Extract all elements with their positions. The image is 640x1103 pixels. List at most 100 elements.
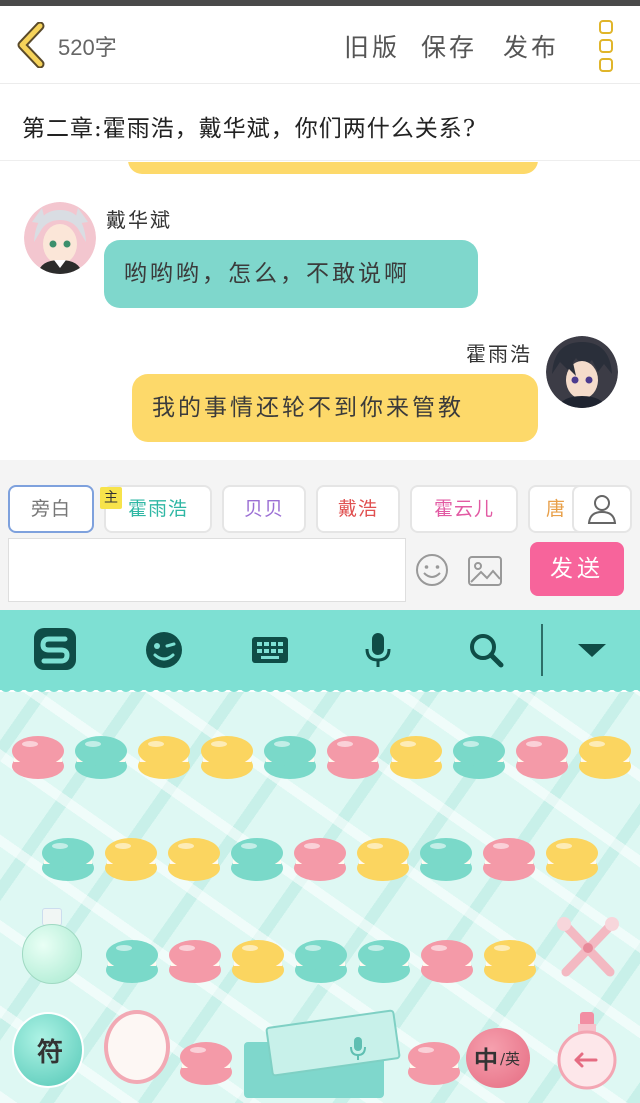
main-role-badge: 主 <box>100 487 122 509</box>
keyboard-key[interactable] <box>262 730 318 786</box>
macaron-icon <box>408 1042 460 1085</box>
wink-face-icon <box>146 632 182 668</box>
keyboard-key[interactable] <box>325 730 381 786</box>
role-label: 霍云儿 <box>433 498 494 520</box>
keyboard-key[interactable] <box>292 832 348 888</box>
role-chip-daihao[interactable]: 戴浩 <box>316 485 400 533</box>
macaron-icon <box>421 940 473 983</box>
chat-area[interactable]: 戴华斌 哟哟哟，怎么，不敢说啊 霍雨浩 我的事情还轮不到你来管教 <box>0 162 640 460</box>
macaron-icon <box>169 940 221 983</box>
keyboard-key[interactable] <box>388 730 444 786</box>
keyboard-key[interactable] <box>482 934 538 990</box>
keyboard-key[interactable] <box>229 832 285 888</box>
enter-key[interactable] <box>556 1010 618 1094</box>
message-bubble[interactable]: 哟哟哟，怎么，不敢说啊 <box>104 240 478 308</box>
more-dot-icon <box>599 58 613 72</box>
chapter-title: 第二章:霍雨浩，戴华斌，你们两什么关系? <box>22 116 477 142</box>
message-bubble[interactable]: 我的事情还轮不到你来管教 <box>132 374 538 442</box>
keyboard-toolbar <box>0 610 640 690</box>
keyboard-key[interactable] <box>167 934 223 990</box>
keyboard-key[interactable] <box>544 832 600 888</box>
emoji-button[interactable] <box>414 552 450 588</box>
sender-name: 戴华斌 <box>106 208 172 232</box>
keyboard-key[interactable] <box>355 832 411 888</box>
role-label: 霍雨浩 <box>127 498 188 520</box>
microphone-icon <box>365 633 391 667</box>
role-chip-beibei[interactable]: 贝贝 <box>222 485 306 533</box>
mirror-key[interactable] <box>104 1010 170 1084</box>
more-menu-button[interactable] <box>596 20 616 76</box>
macaron-icon <box>294 838 346 881</box>
keyboard-key[interactable] <box>418 832 474 888</box>
old-version-button[interactable]: 旧版 <box>344 28 400 64</box>
send-button[interactable]: 发送 <box>530 542 624 596</box>
macaron-icon <box>138 736 190 779</box>
keyboard-key[interactable] <box>406 1036 462 1092</box>
macaron-icon <box>484 940 536 983</box>
role-label: 戴浩 <box>337 498 378 520</box>
macaron-icon <box>516 736 568 779</box>
emoji-keyboard-button[interactable] <box>144 630 184 670</box>
search-button[interactable] <box>466 630 506 670</box>
keyboard-key[interactable] <box>451 730 507 786</box>
character-avatar-icon <box>546 336 618 408</box>
macaron-icon <box>483 838 535 881</box>
message-input[interactable] <box>8 538 406 602</box>
keyboard-key[interactable] <box>577 730 633 786</box>
person-icon <box>587 495 617 524</box>
delete-key[interactable] <box>556 914 620 982</box>
keyboard-key[interactable] <box>419 934 475 990</box>
avatar-daihuabin[interactable] <box>24 202 96 274</box>
keyboard-key[interactable] <box>103 832 159 888</box>
macaron-icon <box>201 736 253 779</box>
character-avatar-icon <box>24 202 96 274</box>
symbol-key[interactable]: 符 <box>12 1012 84 1088</box>
keyboard-key[interactable] <box>481 832 537 888</box>
triangle-down-icon <box>578 644 606 657</box>
lang-key-sub: /英 <box>500 1050 521 1068</box>
image-button[interactable] <box>466 554 504 588</box>
sogou-logo-button[interactable] <box>32 626 78 672</box>
macaron-icon <box>327 736 379 779</box>
bottle-body-icon <box>22 924 82 984</box>
keyboard-key[interactable] <box>40 832 96 888</box>
back-button[interactable] <box>14 21 50 69</box>
perfume-bottle-icon <box>557 1012 617 1090</box>
keyboard-layout-button[interactable] <box>250 630 290 670</box>
keyboard-key[interactable] <box>293 934 349 990</box>
keyboard-key[interactable] <box>356 934 412 990</box>
role-manage-button[interactable] <box>572 485 632 533</box>
language-switch-key[interactable]: 中 /英 <box>466 1028 530 1088</box>
chapter-bar[interactable]: 第二章:霍雨浩，戴华斌，你们两什么关系? <box>0 85 640 161</box>
bottle-key[interactable] <box>22 908 82 986</box>
keyboard-key[interactable] <box>514 730 570 786</box>
macaron-icon <box>180 1042 232 1085</box>
save-button[interactable]: 保存 <box>421 28 477 64</box>
sogou-logo-icon <box>34 628 76 670</box>
keyboard-key[interactable] <box>178 1036 234 1092</box>
keyboard-key[interactable] <box>166 832 222 888</box>
keyboard-key[interactable] <box>199 730 255 786</box>
header: 520字 旧版 保存 发布 <box>0 6 640 84</box>
macaron-icon <box>232 940 284 983</box>
keyboard-key[interactable] <box>136 730 192 786</box>
symbol-key-label: 符 <box>36 1038 63 1068</box>
space-key[interactable] <box>244 1009 404 1098</box>
avatar-huoyuhao[interactable] <box>546 336 618 408</box>
macaron-icon <box>231 838 283 881</box>
chevron-left-icon <box>17 21 45 69</box>
hide-keyboard-button[interactable] <box>572 630 612 670</box>
lang-key-main: 中 <box>474 1045 498 1074</box>
role-chip-narrator[interactable]: 旁白 <box>8 485 94 533</box>
macaron-icon <box>264 736 316 779</box>
role-chip-huoyuner[interactable]: 霍云儿 <box>410 485 518 533</box>
macaron-icon <box>75 736 127 779</box>
keyboard-key[interactable] <box>104 934 160 990</box>
publish-button[interactable]: 发布 <box>503 28 559 64</box>
role-label: 唐 <box>546 498 567 520</box>
keyboard-key[interactable] <box>73 730 129 786</box>
keyboard-key[interactable] <box>10 730 66 786</box>
keyboard-key[interactable] <box>230 934 286 990</box>
previous-message-bubble[interactable] <box>128 162 538 174</box>
voice-input-button[interactable] <box>358 630 398 670</box>
